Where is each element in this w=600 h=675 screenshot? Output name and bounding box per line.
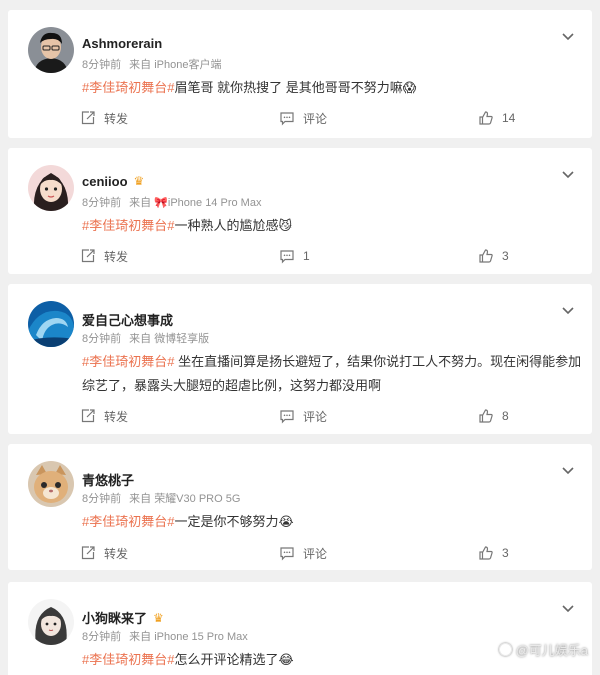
chevron-down-icon[interactable] (560, 166, 576, 182)
username[interactable]: ceniioo ♛ (82, 174, 144, 189)
action-bar: 转发 评论 3 (8, 541, 592, 565)
watermark: @可儿娱乐a (498, 640, 588, 659)
like-button[interactable]: 3 (478, 244, 509, 268)
like-count: 3 (502, 249, 509, 263)
chevron-down-icon[interactable] (560, 462, 576, 478)
like-button[interactable]: 8 (478, 404, 509, 428)
thumbs-up-icon (479, 111, 493, 125)
hashtag-link[interactable]: #李佳琦初舞台# (82, 514, 174, 529)
post-source: iPhone 15 Pro Max (154, 631, 248, 643)
comment-icon (280, 112, 294, 126)
chevron-down-icon[interactable] (560, 28, 576, 44)
comment-button[interactable]: 评论 (279, 541, 327, 565)
hashtag-link[interactable]: #李佳琦初舞台# (82, 80, 174, 95)
comment-count: 1 (303, 249, 310, 263)
thumbs-up-icon (479, 546, 493, 560)
repost-icon (81, 111, 95, 125)
watermark-logo-icon (498, 643, 512, 656)
source-prefix: 来自 (129, 59, 152, 71)
crying-face-emoji: 😭 (278, 514, 294, 529)
post-text: #李佳琦初舞台# 坐在直播间算是扬长避短了，结果你说打工人不努力。现在闲得能参加… (82, 354, 582, 393)
avatar-ocean-wave-icon (28, 301, 74, 347)
post-source: 🎀iPhone 14 Pro Max (154, 197, 262, 209)
repost-button[interactable]: 转发 (80, 404, 128, 428)
hashtag-link[interactable]: #李佳琦初舞台# (82, 218, 174, 233)
post-meta: 8分钟前 来自 iPhone 15 Pro Max (82, 628, 248, 644)
post-source: 荣耀V30 PRO 5G (154, 493, 241, 505)
post-source: 微博轻享版 (154, 333, 210, 345)
comment-card: ceniioo ♛ 8分钟前 来自 🎀iPhone 14 Pro Max #李佳琦初… (8, 148, 592, 274)
action-bar: 转发 评论 14 (8, 106, 592, 130)
watermark-text: @可儿娱乐a (515, 643, 588, 658)
comment-card: Ashmorerain 8分钟前 来自 iPhone客户端 #李佳琦初舞台#眉笔哥… (8, 10, 592, 138)
like-count: 8 (502, 409, 509, 423)
post-time: 8分钟前 (82, 493, 122, 505)
like-button[interactable]: 3 (478, 541, 509, 565)
crown-badge-icon: ♛ (153, 611, 164, 625)
source-prefix: 来自 (129, 197, 152, 209)
post-meta: 8分钟前 来自 iPhone客户端 (82, 56, 221, 72)
crown-badge-icon: ♛ (133, 174, 145, 188)
avatar[interactable] (28, 165, 74, 211)
avatar-woman-sketch-icon (28, 599, 74, 645)
shocked-face-emoji: 😱 (402, 80, 417, 95)
action-bar: 转发 1 3 (8, 244, 592, 268)
action-bar: 转发 评论 8 (8, 404, 592, 428)
repost-icon (81, 249, 95, 263)
like-count: 14 (502, 111, 516, 125)
like-button[interactable]: 14 (478, 106, 515, 130)
repost-button[interactable]: 转发 (80, 106, 128, 130)
comment-button[interactable]: 评论 (279, 404, 327, 428)
source-prefix: 来自 (129, 493, 152, 505)
comment-button[interactable]: 评论 (279, 106, 327, 130)
post-text: #李佳琦初舞台#眉笔哥 就你热搜了 是其他哥哥不努力嘛😱 (82, 76, 582, 100)
chevron-down-icon[interactable] (560, 302, 576, 318)
like-count: 3 (502, 546, 509, 560)
post-time: 8分钟前 (82, 197, 122, 209)
avatar-young-man-glasses-icon (28, 27, 74, 73)
comment-button[interactable]: 1 (279, 244, 310, 268)
avatar[interactable] (28, 27, 74, 73)
laughing-face-emoji: 😂 (278, 652, 294, 667)
comment-icon (280, 250, 294, 264)
thumbs-up-icon (479, 249, 493, 263)
chevron-down-icon[interactable] (560, 600, 576, 616)
post-time: 8分钟前 (82, 631, 122, 643)
comment-card: 小狗眯来了 ♛ 8分钟前 来自 iPhone 15 Pro Max #李佳琦初舞台#… (8, 582, 592, 675)
comment-card: 爱自己心想事成 8分钟前 来自 微博轻享版 #李佳琦初舞台# 坐在直播间算是扬长避… (8, 284, 592, 434)
avatar[interactable] (28, 301, 74, 347)
comment-icon (280, 547, 294, 561)
cat-face-emoji: 😼 (278, 218, 293, 233)
thumbs-up-icon (479, 409, 493, 423)
source-prefix: 来自 (129, 631, 152, 643)
post-time: 8分钟前 (82, 333, 122, 345)
username[interactable]: 青悠桃子 (82, 470, 134, 489)
hashtag-link[interactable]: #李佳琦初舞台# (82, 354, 174, 369)
avatar-kitten-icon (28, 461, 74, 507)
repost-icon (81, 409, 95, 423)
post-text: #李佳琦初舞台#一种熟人的尴尬感😼 (82, 214, 582, 238)
post-source: iPhone客户端 (154, 59, 222, 71)
post-text: #李佳琦初舞台#一定是你不够努力😭 (82, 510, 582, 534)
repost-icon (81, 546, 95, 560)
repost-button[interactable]: 转发 (80, 244, 128, 268)
hashtag-link[interactable]: #李佳琦初舞台# (82, 652, 174, 667)
avatar[interactable] (28, 461, 74, 507)
comment-card: 青悠桃子 8分钟前 来自 荣耀V30 PRO 5G #李佳琦初舞台#一定是你不够努… (8, 444, 592, 570)
post-meta: 8分钟前 来自 🎀iPhone 14 Pro Max (82, 194, 261, 210)
username[interactable]: 小狗眯来了 ♛ (82, 608, 164, 627)
post-meta: 8分钟前 来自 荣耀V30 PRO 5G (82, 490, 240, 506)
avatar-woman-cartoon-icon (28, 165, 74, 211)
post-time: 8分钟前 (82, 59, 122, 71)
username[interactable]: Ashmorerain (82, 36, 162, 51)
repost-button[interactable]: 转发 (80, 541, 128, 565)
post-meta: 8分钟前 来自 微博轻享版 (82, 330, 209, 346)
username[interactable]: 爱自己心想事成 (82, 310, 173, 329)
source-prefix: 来自 (129, 333, 152, 345)
comment-icon (280, 410, 294, 424)
avatar[interactable] (28, 599, 74, 645)
